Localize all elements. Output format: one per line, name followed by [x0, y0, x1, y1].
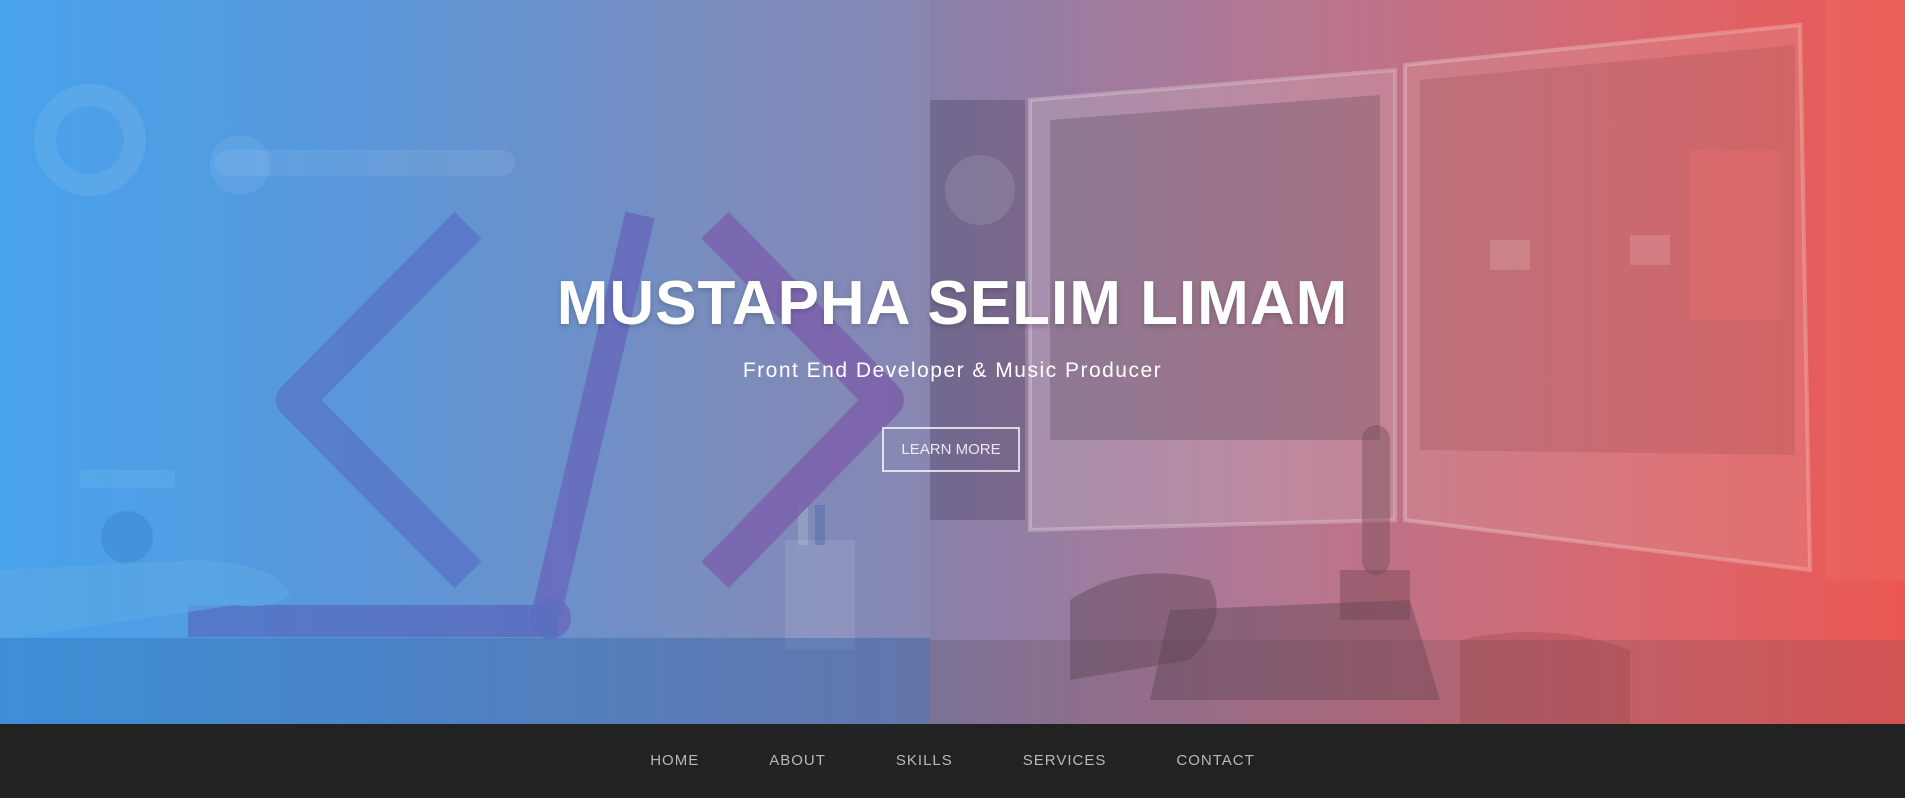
nav-item-home[interactable]: HOME — [650, 752, 699, 769]
hero-title: MUSTAPHA SELIM LIMAM — [556, 269, 1349, 338]
learn-more-button[interactable]: LEARN MORE — [882, 427, 1020, 472]
nav-list: HOME ABOUT SKILLS SERVICES CONTACT — [0, 724, 1905, 798]
nav-item-about[interactable]: ABOUT — [769, 752, 826, 769]
main-navigation: HOME ABOUT SKILLS SERVICES CONTACT — [0, 724, 1905, 798]
hero-content: MUSTAPHA SELIM LIMAM Front End Developer… — [0, 0, 1905, 724]
nav-item-skills[interactable]: SKILLS — [896, 752, 953, 769]
nav-item-services[interactable]: SERVICES — [1023, 752, 1107, 769]
hero-section: MUSTAPHA SELIM LIMAM Front End Developer… — [0, 0, 1905, 724]
hero-subtitle: Front End Developer & Music Producer — [742, 359, 1163, 382]
nav-item-contact[interactable]: CONTACT — [1176, 752, 1254, 769]
